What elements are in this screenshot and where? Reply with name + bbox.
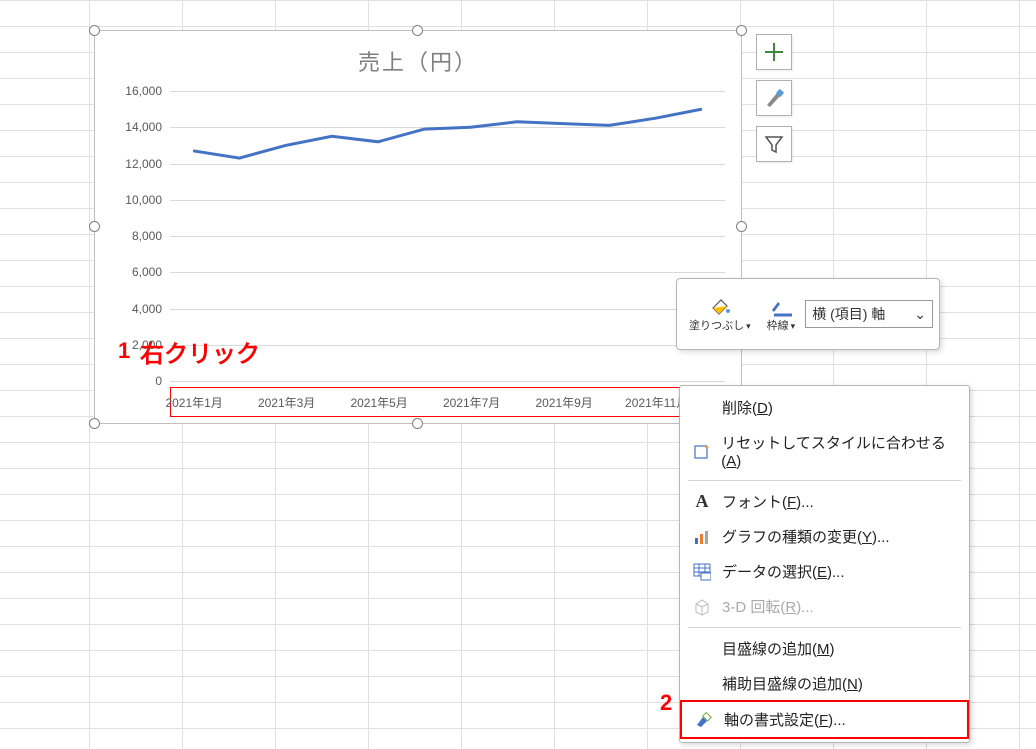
y-tick-label: 8,000 — [132, 229, 162, 243]
menu-separator — [688, 480, 961, 481]
fill-icon — [707, 296, 733, 318]
x-tick-label: 2021年5月 — [350, 394, 407, 411]
grid-icon — [692, 563, 712, 581]
format-icon — [694, 711, 714, 729]
chart-side-buttons — [756, 34, 792, 172]
brush-icon — [763, 87, 785, 109]
menu-item-delete[interactable]: 削除(D) — [680, 390, 969, 425]
mini-toolbar: 塗りつぶし▾ 枠線▾ 横 (項目) 軸 ⌄ — [676, 278, 940, 350]
menu-item-label: 削除(D) — [722, 397, 773, 418]
menu-item-label: 目盛線の追加(M) — [722, 638, 835, 659]
select-value: 横 (項目) 軸 — [812, 304, 885, 324]
x-tick-label: 2021年3月 — [258, 394, 315, 411]
chevron-down-icon: ⌄ — [914, 306, 926, 323]
menu-item-label: 3-D 回転(R)... — [722, 596, 814, 617]
menu-item-add-gridlines[interactable]: 目盛線の追加(M) — [680, 631, 969, 666]
outline-icon — [768, 296, 794, 318]
chart-element-select[interactable]: 横 (項目) 軸 ⌄ — [805, 300, 933, 328]
selection-handle[interactable] — [89, 25, 100, 36]
reset-icon — [692, 442, 711, 460]
fill-label: 塗りつぶし — [689, 320, 744, 332]
chart-title[interactable]: 売上（円） — [95, 45, 741, 77]
y-tick-label: 0 — [155, 374, 162, 388]
y-tick-label: 4,000 — [132, 302, 162, 316]
outline-label: 枠線 — [767, 320, 789, 332]
annotation-1: 右クリック — [140, 334, 260, 369]
y-tick-label: 12,000 — [125, 157, 162, 171]
selection-handle[interactable] — [89, 221, 100, 232]
annotation-number-2: 2 — [660, 690, 672, 716]
y-tick-label: 14,000 — [125, 120, 162, 134]
chevron-down-icon: ▾ — [791, 321, 796, 332]
menu-item-select-data[interactable]: データの選択(E)... — [680, 554, 969, 589]
chart-style-button[interactable] — [756, 80, 792, 116]
context-menu: 削除(D) リセットしてスタイルに合わせる(A) A フォント(F)... グラフの種類… — [679, 385, 970, 743]
cube-icon — [692, 598, 712, 616]
selection-handle[interactable] — [736, 25, 747, 36]
y-tick-label: 16,000 — [125, 84, 162, 98]
menu-item-label: 補助目盛線の追加(N) — [722, 673, 863, 694]
menu-item-add-minor-gridlines[interactable]: 補助目盛線の追加(N) — [680, 666, 969, 701]
selection-handle[interactable] — [89, 418, 100, 429]
menu-item-rotate-3d: 3-D 回転(R)... — [680, 589, 969, 624]
outline-button[interactable]: 枠線▾ — [761, 284, 802, 344]
menu-item-label: リセットしてスタイルに合わせる(A) — [721, 432, 957, 470]
menu-item-format-axis[interactable]: 軸の書式設定(F)... — [680, 700, 969, 739]
menu-item-label: グラフの種類の変更(Y)... — [722, 526, 890, 547]
menu-item-font[interactable]: A フォント(F)... — [680, 484, 969, 519]
chart-elements-button[interactable] — [756, 34, 792, 70]
selection-handle[interactable] — [412, 25, 423, 36]
x-axis[interactable]: 2021年1月2021年3月2021年5月2021年7月2021年9月2021年… — [170, 387, 725, 417]
menu-item-change-chart-type[interactable]: グラフの種類の変更(Y)... — [680, 519, 969, 554]
annotation-number-1: 1 — [118, 338, 130, 364]
x-tick-label: 2021年7月 — [443, 394, 500, 411]
y-tick-label: 10,000 — [125, 193, 162, 207]
selection-handle[interactable] — [412, 418, 423, 429]
menu-item-label: データの選択(E)... — [722, 561, 845, 582]
selection-handle[interactable] — [736, 221, 747, 232]
menu-separator — [688, 627, 961, 628]
menu-item-label: フォント(F)... — [722, 491, 814, 512]
plus-icon — [763, 41, 785, 63]
menu-item-label: 軸の書式設定(F)... — [724, 709, 846, 730]
x-tick-label: 2021年1月 — [165, 394, 222, 411]
y-tick-label: 6,000 — [132, 265, 162, 279]
x-tick-label: 2021年9月 — [535, 394, 592, 411]
chart-icon — [692, 528, 712, 546]
filter-icon — [763, 133, 785, 155]
font-icon: A — [692, 491, 712, 512]
menu-item-reset-style[interactable]: リセットしてスタイルに合わせる(A) — [680, 425, 969, 477]
chevron-down-icon: ▾ — [746, 321, 751, 332]
chart-filter-button[interactable] — [756, 126, 792, 162]
fill-button[interactable]: 塗りつぶし▾ — [683, 284, 757, 344]
